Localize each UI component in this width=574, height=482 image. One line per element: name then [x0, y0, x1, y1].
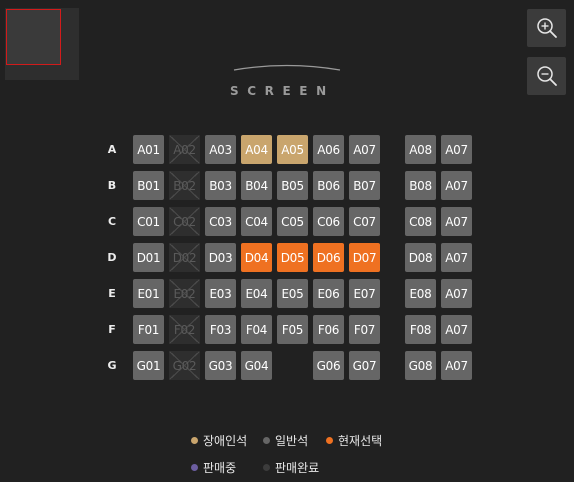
legend-dot-icon [263, 464, 270, 471]
seat[interactable]: C03 [205, 207, 236, 236]
row-label: G [107, 359, 117, 372]
seat[interactable]: D07 [349, 243, 380, 272]
seat[interactable]: A07 [441, 351, 472, 380]
zoom-in-button[interactable] [527, 9, 566, 47]
seat-minimap[interactable] [5, 8, 79, 80]
zoom-out-icon [536, 66, 557, 86]
seat[interactable]: E08 [405, 279, 436, 308]
seat: E02 [169, 279, 200, 308]
legend-label: 판매완료 [275, 461, 320, 475]
seat[interactable]: A07 [441, 243, 472, 272]
row-label: F [108, 323, 116, 336]
legend-item: 일반석 [263, 432, 308, 449]
seat[interactable]: C04 [241, 207, 272, 236]
legend-dot-icon [191, 464, 198, 471]
seat[interactable]: D01 [133, 243, 164, 272]
seat[interactable]: D05 [277, 243, 308, 272]
seat[interactable]: F07 [349, 315, 380, 344]
seat[interactable]: B04 [241, 171, 272, 200]
seat[interactable]: D06 [313, 243, 344, 272]
seat[interactable]: F01 [133, 315, 164, 344]
row-label: A [107, 143, 117, 156]
seat[interactable]: F05 [277, 315, 308, 344]
zoom-out-button[interactable] [527, 57, 566, 95]
seat[interactable]: F06 [313, 315, 344, 344]
seat: A02 [169, 135, 200, 164]
seat[interactable]: D08 [405, 243, 436, 272]
legend-item: 장애인석 [191, 432, 247, 449]
legend-label: 판매중 [203, 461, 237, 475]
seat[interactable]: A05 [277, 135, 308, 164]
seat[interactable]: B08 [405, 171, 436, 200]
seat[interactable]: E01 [133, 279, 164, 308]
legend-dot-icon [191, 437, 198, 444]
screen-arc [233, 64, 341, 71]
seat[interactable]: B07 [349, 171, 380, 200]
seat[interactable]: C01 [133, 207, 164, 236]
seat[interactable]: C08 [405, 207, 436, 236]
seat[interactable]: E03 [205, 279, 236, 308]
seat[interactable]: F03 [205, 315, 236, 344]
seat[interactable]: B03 [205, 171, 236, 200]
screen-label: SCREEN [230, 84, 335, 98]
seat[interactable]: A07 [441, 207, 472, 236]
seat[interactable]: D03 [205, 243, 236, 272]
seat[interactable]: A07 [441, 279, 472, 308]
legend-dot-icon [263, 437, 270, 444]
seat[interactable]: C05 [277, 207, 308, 236]
seat: B02 [169, 171, 200, 200]
row-label: E [108, 287, 116, 300]
seat[interactable]: A04 [241, 135, 272, 164]
minimap-viewport[interactable] [6, 9, 61, 65]
row-label: C [107, 215, 117, 228]
seat[interactable]: A06 [313, 135, 344, 164]
seat[interactable]: G01 [133, 351, 164, 380]
seat[interactable]: F08 [405, 315, 436, 344]
legend-dot-icon [326, 437, 333, 444]
seat[interactable]: G07 [349, 351, 380, 380]
seat[interactable]: A07 [349, 135, 380, 164]
seat[interactable]: B01 [133, 171, 164, 200]
seat[interactable]: C07 [349, 207, 380, 236]
seat[interactable]: C06 [313, 207, 344, 236]
legend-item: 판매완료 [263, 459, 319, 476]
seat[interactable]: B05 [277, 171, 308, 200]
row-label: D [107, 251, 117, 264]
seat[interactable]: A03 [205, 135, 236, 164]
seat[interactable]: A07 [441, 315, 472, 344]
seat[interactable]: B06 [313, 171, 344, 200]
seat[interactable]: A01 [133, 135, 164, 164]
seat[interactable]: A07 [441, 135, 472, 164]
seat: C02 [169, 207, 200, 236]
seat[interactable]: A08 [405, 135, 436, 164]
seat[interactable]: F04 [241, 315, 272, 344]
seat[interactable]: E05 [277, 279, 308, 308]
row-label: B [107, 179, 117, 192]
seat: F02 [169, 315, 200, 344]
seat[interactable]: G03 [205, 351, 236, 380]
seat[interactable]: A07 [441, 171, 472, 200]
legend-item: 판매중 [191, 459, 236, 476]
seat[interactable]: E06 [313, 279, 344, 308]
legend-label: 장애인석 [203, 434, 248, 448]
seat[interactable]: D04 [241, 243, 272, 272]
zoom-in-icon [536, 18, 557, 38]
seat[interactable]: E04 [241, 279, 272, 308]
legend-label: 현재선택 [338, 434, 383, 448]
seat: D02 [169, 243, 200, 272]
seat[interactable]: G08 [405, 351, 436, 380]
seat[interactable]: E07 [349, 279, 380, 308]
legend-item: 현재선택 [326, 432, 382, 449]
seat[interactable]: G04 [241, 351, 272, 380]
seat: G02 [169, 351, 200, 380]
legend-label: 일반석 [275, 434, 309, 448]
seat[interactable]: G06 [313, 351, 344, 380]
